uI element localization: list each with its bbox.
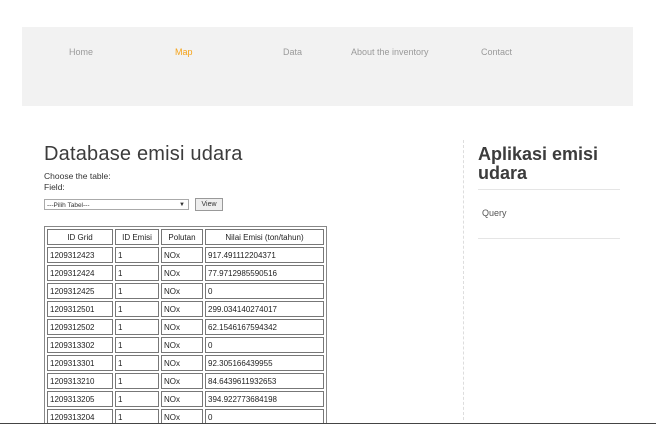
sidebar-title: Aplikasi emisi udara [478,143,599,183]
table-row: 1209312501 1 NOx 299.034140274017 [47,301,324,317]
cell-nilai: 92.305166439955 [205,355,324,371]
cell-nilai: 84.6439611932653 [205,373,324,389]
nav-about[interactable]: About the inventory [351,47,429,57]
cell-id-grid: 1209313210 [47,373,113,389]
header-polutan: Polutan [161,229,203,245]
header-id-emisi: ID Emisi [115,229,159,245]
sidebar-divider [463,140,464,420]
table-row: 1209312424 1 NOx 77.9712985590516 [47,265,324,281]
cell-nilai: 917.491112204371 [205,247,324,263]
cell-nilai: 394.922773684198 [205,391,324,407]
table-row: 1209313302 1 NOx 0 [47,337,324,353]
cell-polutan: NOx [161,283,203,299]
cell-id-emisi: 1 [115,391,159,407]
top-navbar: Home Map Data About the inventory Contac… [22,27,633,106]
cell-polutan: NOx [161,337,203,353]
cell-id-emisi: 1 [115,283,159,299]
cell-polutan: NOx [161,247,203,263]
cell-nilai: 62.1546167594342 [205,319,324,335]
header-id-grid: ID Grid [47,229,113,245]
table-header-row: ID Grid ID Emisi Polutan Nilai Emisi (to… [47,229,324,245]
table-row: 1209312425 1 NOx 0 [47,283,324,299]
cell-id-emisi: 1 [115,337,159,353]
cell-polutan: NOx [161,319,203,335]
cell-id-emisi: 1 [115,247,159,263]
cell-nilai: 77.9712985590516 [205,265,324,281]
cell-id-emisi: 1 [115,301,159,317]
field-label: Field: [44,182,65,192]
emission-table: ID Grid ID Emisi Polutan Nilai Emisi (to… [44,226,327,428]
cell-id-grid: 1209312423 [47,247,113,263]
cell-id-grid: 1209313302 [47,337,113,353]
cell-id-emisi: 1 [115,265,159,281]
chevron-down-icon: ▼ [179,202,185,208]
cell-polutan: NOx [161,373,203,389]
sidebar-divider-bottom [478,238,620,239]
cell-id-grid: 1209312425 [47,283,113,299]
header-nilai-emisi: Nilai Emisi (ton/tahun) [205,229,324,245]
cell-id-emisi: 1 [115,373,159,389]
table-select-value: ---Pilih Tabel--- [47,202,90,209]
cell-id-emisi: 1 [115,319,159,335]
table-select[interactable]: ---Pilih Tabel--- ▼ [44,199,189,210]
cell-nilai: 299.034140274017 [205,301,324,317]
cell-id-emisi: 1 [115,355,159,371]
cell-id-grid: 1209313301 [47,355,113,371]
view-button[interactable]: View [195,198,223,211]
cell-polutan: NOx [161,391,203,407]
table-row: 1209312423 1 NOx 917.491112204371 [47,247,324,263]
cell-id-grid: 1209312424 [47,265,113,281]
cell-id-grid: 1209312501 [47,301,113,317]
cell-id-grid: 1209312502 [47,319,113,335]
table-row: 1209313210 1 NOx 84.6439611932653 [47,373,324,389]
nav-data[interactable]: Data [283,47,302,57]
table-row: 1209313301 1 NOx 92.305166439955 [47,355,324,371]
table-row: 1209313205 1 NOx 394.922773684198 [47,391,324,407]
sidebar-link-query[interactable]: Query [482,208,507,218]
choose-table-label: Choose the table: [44,171,111,181]
nav-home[interactable]: Home [69,47,93,57]
table-row: 1209312502 1 NOx 62.1546167594342 [47,319,324,335]
cell-nilai: 0 [205,337,324,353]
cell-nilai: 0 [205,283,324,299]
cell-polutan: NOx [161,301,203,317]
nav-map[interactable]: Map [175,47,193,57]
cell-polutan: NOx [161,265,203,281]
bottom-edge [0,423,656,443]
cell-id-grid: 1209313205 [47,391,113,407]
page-title: Database emisi udara [44,143,243,166]
sidebar-divider-top [478,189,620,190]
cell-polutan: NOx [161,355,203,371]
nav-contact[interactable]: Contact [481,47,512,57]
